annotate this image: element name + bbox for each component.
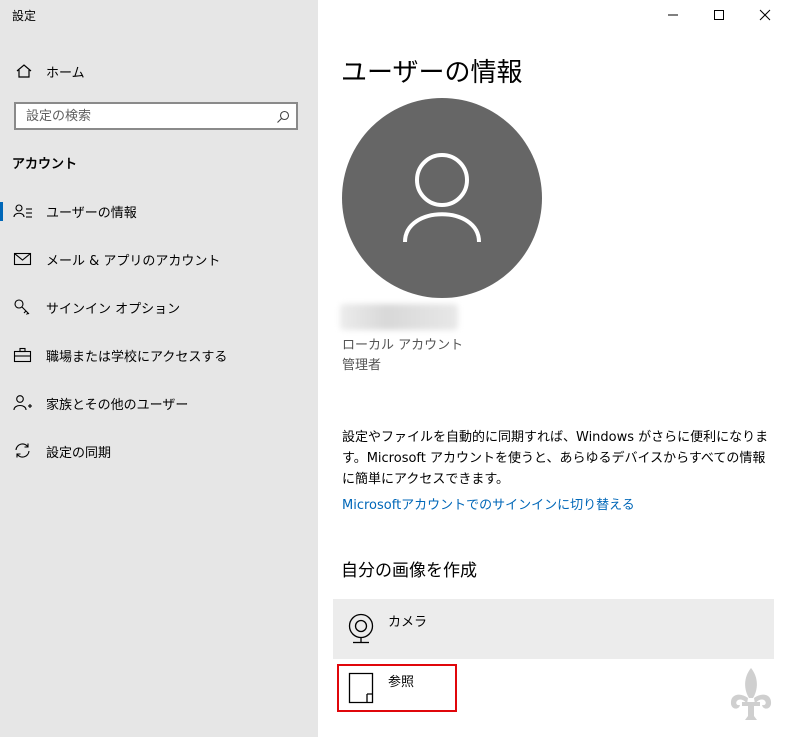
highlight-annotation — [337, 664, 457, 712]
camera-label: カメラ — [388, 615, 428, 630]
sidebar-item-family-users[interactable]: 家族とその他のユーザー — [0, 382, 318, 430]
sidebar-item-mail-accounts[interactable]: メール & アプリのアカウント — [0, 238, 318, 286]
app-title: 設定 — [12, 9, 37, 23]
sidebar-item-label: ユーザーの情報 — [46, 206, 137, 221]
maximize-button[interactable] — [696, 0, 742, 30]
username-redacted — [340, 304, 458, 330]
page-title: ユーザーの情報 — [341, 58, 523, 88]
avatar — [342, 98, 542, 298]
camera-icon — [347, 612, 375, 646]
account-role: 管理者 — [342, 358, 382, 373]
fleur-de-lis-logo — [728, 664, 774, 724]
user-info-icon — [13, 202, 33, 220]
sidebar-item-signin-options[interactable]: サインイン オプション — [0, 286, 318, 334]
sync-icon — [13, 442, 33, 460]
maximize-icon — [714, 10, 724, 20]
minimize-button[interactable] — [650, 0, 696, 30]
user-silhouette-icon — [403, 153, 481, 243]
switch-to-microsoft-account-link[interactable]: Microsoftアカウントでのサインインに切り替える — [342, 494, 635, 513]
close-button[interactable] — [742, 0, 788, 30]
window-controls — [634, 0, 794, 30]
sidebar-nav: ユーザーの情報 メール & アプリのアカウント サインイン オプション 職場また… — [0, 190, 318, 478]
search-box[interactable] — [14, 102, 298, 130]
add-person-icon — [13, 394, 33, 412]
sidebar-item-label: 職場または学校にアクセスする — [46, 350, 228, 365]
search-input[interactable] — [16, 104, 276, 128]
sidebar-item-work-school[interactable]: 職場または学校にアクセスする — [0, 334, 318, 382]
sidebar-item-label: サインイン オプション — [46, 302, 181, 317]
sidebar-item-sync-settings[interactable]: 設定の同期 — [0, 430, 318, 478]
sidebar-item-label: ホーム — [46, 66, 85, 81]
camera-option[interactable]: カメラ — [333, 599, 774, 659]
create-picture-heading: 自分の画像を作成 — [341, 561, 477, 581]
sidebar: 設定 ホーム アカウント ユーザーの情報 メール & アプリのアカウント — [0, 0, 318, 737]
home-icon — [15, 63, 33, 79]
mail-icon — [13, 250, 33, 268]
section-title: アカウント — [12, 157, 78, 172]
account-type: ローカル アカウント — [342, 338, 464, 353]
sidebar-item-user-info[interactable]: ユーザーの情報 — [0, 190, 318, 238]
key-icon — [13, 298, 33, 316]
sidebar-item-label: 家族とその他のユーザー — [46, 398, 189, 413]
briefcase-icon — [13, 346, 33, 364]
sidebar-item-label: 設定の同期 — [46, 446, 112, 461]
sidebar-item-label: メール & アプリのアカウント — [46, 254, 221, 269]
sidebar-item-home[interactable]: ホーム — [0, 56, 318, 86]
close-icon — [759, 9, 771, 21]
sync-description: 設定やファイルを自動的に同期すれば、Windows がさらに便利になります。Mi… — [342, 430, 769, 487]
minimize-icon — [668, 14, 678, 16]
search-icon[interactable] — [276, 109, 290, 123]
